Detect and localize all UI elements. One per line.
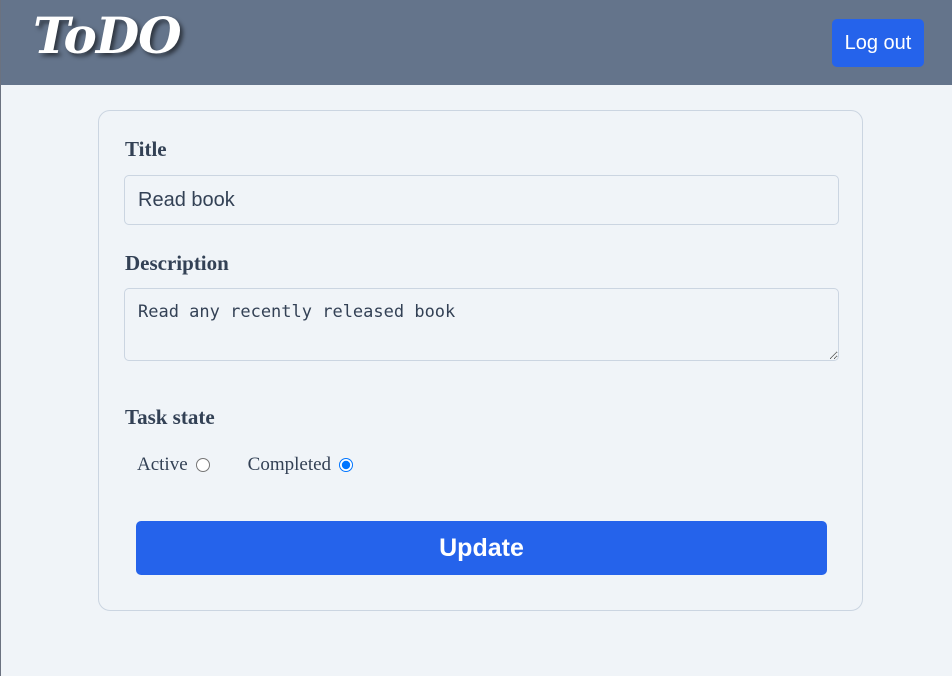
active-option[interactable]: Active bbox=[137, 454, 210, 476]
app-logo[interactable]: ToDO bbox=[33, 4, 182, 68]
edit-task-form: Title Description Read any recently rele… bbox=[98, 110, 863, 611]
task-state-label: Task state bbox=[125, 405, 215, 429]
title-input[interactable] bbox=[124, 175, 839, 225]
active-option-label: Active bbox=[137, 454, 188, 475]
active-radio[interactable] bbox=[195, 458, 210, 472]
description-textarea[interactable]: Read any recently released book bbox=[124, 288, 839, 361]
task-state-options: Active Completed bbox=[137, 453, 354, 477]
logout-button[interactable]: Log out bbox=[832, 19, 924, 67]
completed-option-label: Completed bbox=[247, 454, 332, 475]
completed-radio[interactable] bbox=[339, 458, 354, 472]
top-navbar: ToDO Log out bbox=[1, 0, 952, 85]
description-label: Description bbox=[125, 251, 229, 275]
completed-option[interactable]: Completed bbox=[247, 454, 354, 476]
title-label: Title bbox=[125, 137, 167, 161]
update-button[interactable]: Update bbox=[136, 521, 827, 575]
